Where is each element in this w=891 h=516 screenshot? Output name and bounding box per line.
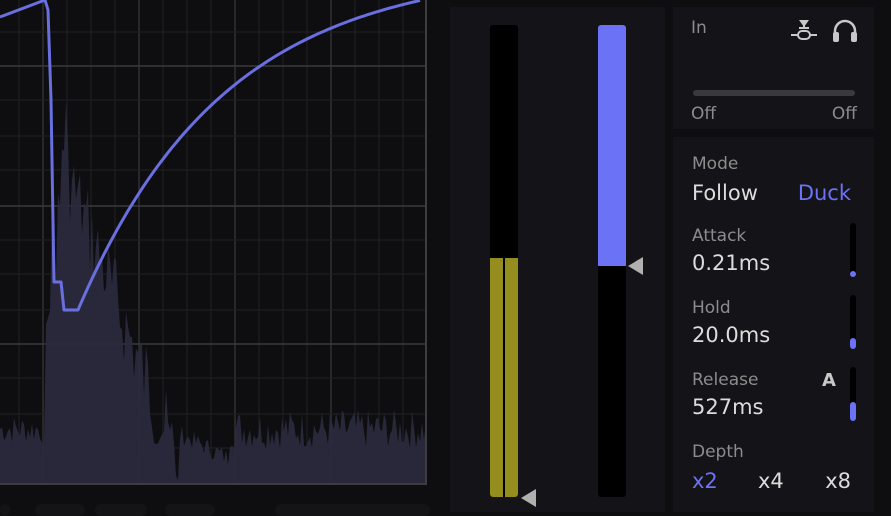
- graph-canvas: [0, 0, 427, 485]
- depth-x8-option[interactable]: x8: [825, 469, 851, 493]
- sidechain-input-icon: [791, 20, 817, 40]
- release-value[interactable]: 527ms: [692, 395, 763, 419]
- input-meter-fill-left: [490, 257, 503, 497]
- attack-label: Attack: [692, 226, 747, 246]
- sidechain-filter-slider[interactable]: [693, 90, 855, 96]
- release-slider[interactable]: [850, 367, 856, 421]
- input-level-meter: [490, 25, 518, 497]
- waveform-area: [0, 102, 426, 484]
- depth-x2-option[interactable]: x2: [692, 469, 718, 493]
- mode-duck-option[interactable]: Duck: [798, 181, 851, 205]
- mode-label: Mode: [692, 154, 739, 174]
- sidechain-panel: In Off Off: [673, 7, 874, 129]
- gain-reduction-meter: [598, 25, 626, 497]
- attack-slider-fill: [850, 271, 856, 277]
- headphones-icon: [833, 19, 857, 42]
- depth-x4-option[interactable]: x4: [758, 469, 784, 493]
- release-label: Release: [692, 370, 759, 390]
- mode-follow-option[interactable]: Follow: [692, 181, 758, 205]
- meters-panel: [450, 7, 665, 512]
- input-label: In: [691, 18, 707, 38]
- hold-value[interactable]: 20.0ms: [692, 323, 770, 347]
- attack-value[interactable]: 0.21ms: [692, 251, 770, 275]
- attack-slider[interactable]: [850, 223, 856, 277]
- gain-reduction-graph: [0, 0, 430, 486]
- listen-button[interactable]: [830, 17, 860, 47]
- hold-slider[interactable]: [850, 295, 856, 349]
- gain-marker[interactable]: [628, 256, 643, 275]
- gain-meter-fill: [598, 25, 626, 266]
- input-meter-fill-right: [505, 257, 518, 497]
- auto-release-button[interactable]: A: [822, 370, 836, 391]
- bottom-controls-strip: [0, 500, 440, 516]
- depth-label: Depth: [692, 442, 744, 462]
- sidechain-input-button[interactable]: [789, 17, 819, 47]
- release-slider-fill: [850, 402, 856, 421]
- hold-label: Hold: [692, 298, 731, 318]
- hold-slider-fill: [850, 338, 856, 349]
- input-threshold-marker[interactable]: [521, 489, 536, 507]
- slider-left-label: Off: [691, 104, 717, 124]
- slider-right-label: Off: [831, 104, 857, 124]
- envelope-controls-panel: Mode Follow Duck Attack 0.21ms Hold 20.0…: [673, 137, 874, 512]
